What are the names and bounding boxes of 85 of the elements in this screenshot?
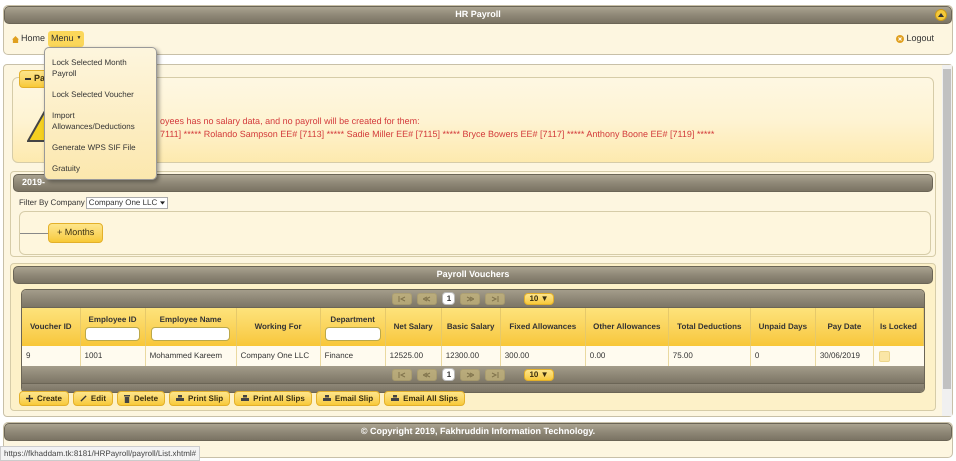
column-header: Other Allowances — [592, 321, 662, 333]
table-cell: 300.00 — [504, 351, 530, 360]
page-button[interactable]: 1 — [442, 368, 456, 381]
action-button[interactable]: Print All Slips — [234, 391, 312, 406]
column-header: Unpaid Days — [758, 321, 808, 333]
previous-page-button[interactable] — [417, 292, 438, 304]
table-cell: Company One LLC — [240, 351, 310, 360]
column-header: Is Locked — [878, 321, 918, 333]
locked-checkbox[interactable] — [878, 350, 890, 362]
filter-label: Filter By Company — [19, 197, 85, 209]
column-header: Employee Name — [158, 314, 222, 326]
rewind-icon — [423, 296, 432, 302]
first-page-button[interactable] — [392, 292, 412, 304]
last-page-button[interactable] — [485, 292, 506, 304]
logout-link[interactable]: Logout — [896, 32, 934, 46]
fast-forward-icon — [466, 296, 474, 302]
printer-icon — [322, 395, 331, 402]
column-header: Employee ID — [88, 314, 138, 326]
table-cell: 75.00 — [672, 351, 693, 360]
printer-icon — [391, 395, 400, 402]
action-button[interactable]: Edit — [72, 391, 114, 406]
minus-icon — [25, 78, 31, 80]
column-header: Basic Salary — [446, 321, 496, 333]
next-page-button[interactable] — [460, 292, 480, 304]
column-filter-field[interactable] — [150, 326, 230, 340]
month-panel-title: 2019- — [22, 176, 46, 190]
column-header: Department — [329, 314, 376, 326]
close-icon — [896, 35, 904, 43]
table-cell: 0 — [754, 351, 760, 360]
action-button[interactable]: Email Slip — [316, 391, 380, 406]
home-link[interactable]: Home — [12, 32, 46, 46]
plus-icon — [26, 395, 33, 402]
copyright-text: © Copyright 2019, Fakhruddin Information Technology. — [360, 425, 596, 438]
status-url: https://fkhaddam.tk:8181/HRPayroll/payroll/List.xhtml# — [4, 448, 196, 460]
column-header: Working For — [254, 321, 303, 333]
fast-forward-icon — [466, 372, 474, 378]
table-cell: Mohammed Kareem — [150, 351, 222, 360]
printer-icon — [176, 395, 184, 402]
next-page-button[interactable] — [460, 368, 480, 380]
app-title: HR Payroll — [455, 8, 501, 22]
printer-icon — [241, 395, 250, 402]
column-header: Pay Date — [826, 321, 862, 333]
page-button[interactable]: 1 — [442, 292, 456, 305]
page-size-select[interactable]: 10 ▼ — [524, 292, 554, 304]
first-page-icon — [398, 372, 406, 378]
vouchers-title: Payroll Vouchers — [436, 268, 510, 282]
warning-message-line: oyees has no salary data, and no payroll will be created for them: — [160, 115, 421, 128]
table-cell: Finance — [324, 351, 354, 360]
page-size-select[interactable]: 10 ▼ — [524, 368, 554, 380]
column-header: Total Deductions — [676, 321, 742, 333]
column-filter-field[interactable] — [324, 326, 381, 340]
caret-down-icon — [160, 201, 166, 205]
column-header: Voucher ID — [28, 321, 73, 333]
home-icon — [12, 36, 19, 42]
first-page-icon — [398, 296, 406, 302]
table-cell: 12525.00 — [390, 351, 424, 360]
table-cell: 0.00 — [590, 351, 606, 360]
previous-page-button[interactable] — [417, 368, 438, 380]
column-filter-field[interactable] — [84, 326, 140, 340]
menu-item[interactable]: Generate WPS SIF File — [45, 137, 156, 158]
action-button[interactable]: Print Slip — [169, 391, 230, 406]
caret-up-icon — [938, 13, 944, 17]
menu-item[interactable]: Import Allowances/Deductions — [45, 105, 156, 137]
table-cell: 30/06/2019 — [820, 351, 860, 360]
rewind-icon — [423, 372, 432, 378]
table-cell: 9 — [26, 351, 30, 360]
company-select[interactable]: Company One LLC — [86, 197, 168, 209]
table-cell: 1001 — [84, 351, 102, 360]
action-button[interactable]: Delete — [117, 391, 166, 406]
table-cell: 12300.00 — [446, 351, 480, 360]
last-page-icon — [491, 296, 500, 302]
collapse-button[interactable] — [935, 9, 947, 21]
action-button[interactable]: Create — [19, 391, 69, 406]
column-header: Fixed Allowances — [508, 321, 578, 333]
menu-item[interactable]: Gratuity — [45, 158, 156, 179]
warning-message-line: 7111] ***** Rolando Sampson EE# [7113] ***** Sadie Miller EE# [7115] ***** Bryce Bowers EE# [7117] ***** Anthony Boone EE# [7119] ***** — [160, 128, 714, 141]
last-page-icon — [491, 372, 500, 378]
pencil-icon — [80, 395, 87, 402]
column-header: Net Salary — [392, 321, 434, 333]
connector-line — [20, 233, 50, 234]
trash-icon — [124, 394, 130, 402]
action-button[interactable]: Email All Slips — [384, 391, 465, 406]
last-page-button[interactable] — [485, 368, 506, 380]
first-page-button[interactable] — [392, 368, 412, 380]
months-button[interactable]: + Months — [48, 223, 104, 243]
